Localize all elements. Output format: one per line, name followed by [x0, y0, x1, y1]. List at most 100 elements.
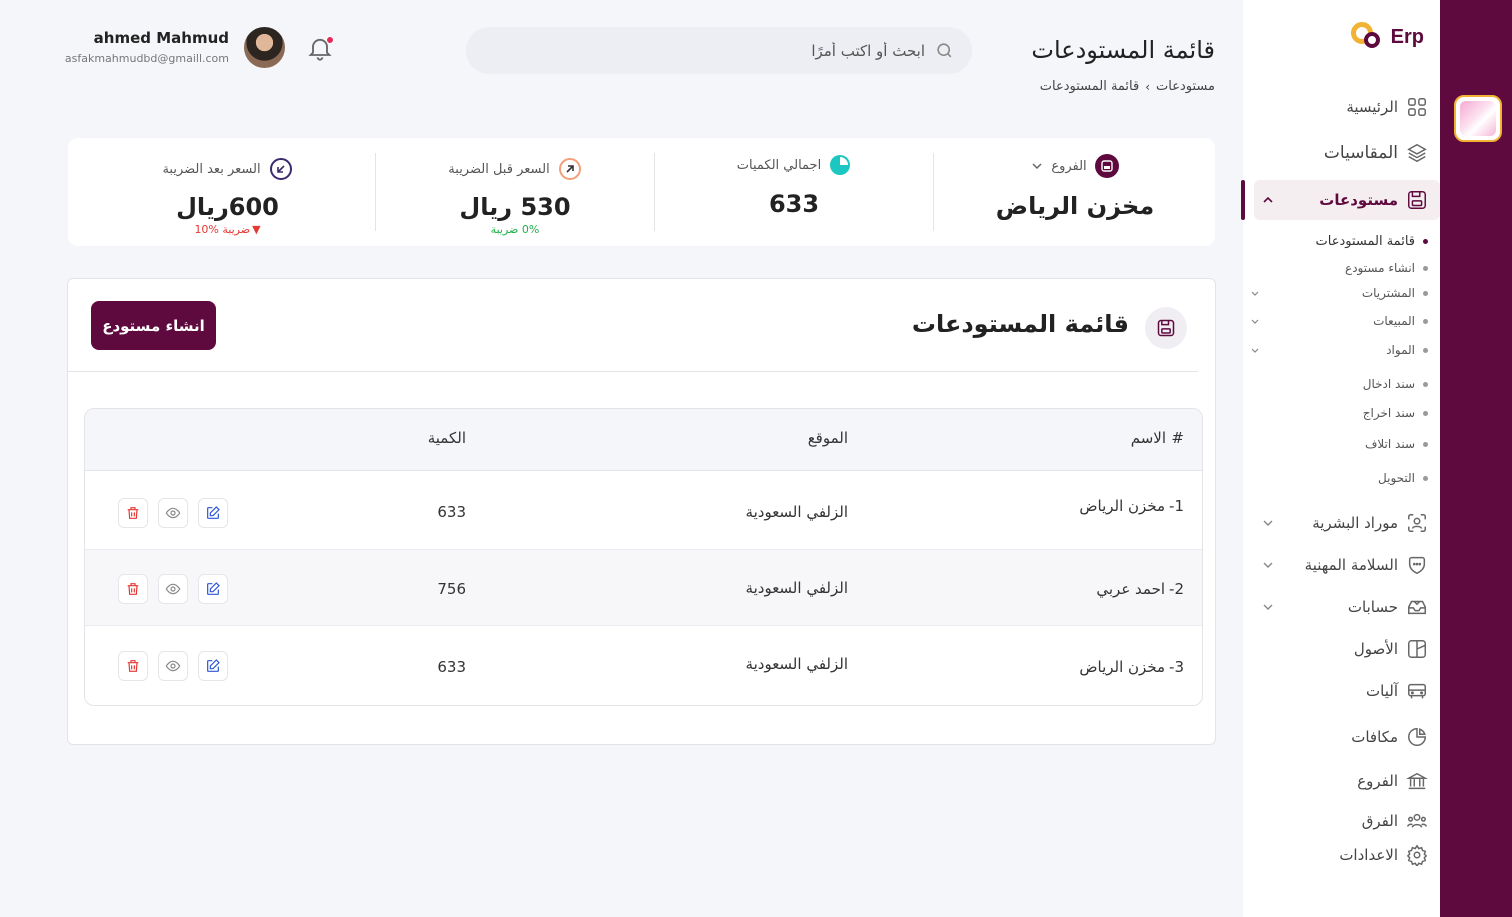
- table-row[interactable]: 1- مخزن الرياض الزلفي السعودية 633: [85, 472, 1202, 550]
- eye-icon: [165, 507, 181, 519]
- view-button[interactable]: [158, 498, 188, 528]
- search-input[interactable]: [565, 41, 925, 60]
- view-button[interactable]: [158, 651, 188, 681]
- row-actions: [118, 498, 228, 528]
- sidebar-item-settings[interactable]: الاعدادات: [1254, 836, 1440, 874]
- divider: [933, 153, 934, 231]
- delete-button[interactable]: [118, 574, 148, 604]
- tax-note-wrap: 10% ضريبة ▼: [194, 223, 260, 236]
- user-email: asfakmahmudbd@gmaill.com: [64, 52, 229, 65]
- column-quantity: الكمية: [427, 429, 466, 447]
- sub-item-label: انشاء مستودع: [1345, 261, 1415, 275]
- sidebar-item-label: الفروع: [1357, 772, 1398, 790]
- edit-button[interactable]: [198, 498, 228, 528]
- row-name-cell: 1- مخزن الرياض: [1079, 497, 1184, 515]
- eye-icon: [165, 660, 181, 672]
- stat-label: السعر قبل الضريبة: [448, 161, 550, 177]
- sub-item-label: المشتريات: [1361, 286, 1415, 300]
- edit-icon: [207, 506, 220, 519]
- row-name-cell: 3- مخزن الرياض: [1079, 658, 1184, 676]
- sub-item-entry-voucher[interactable]: سند ادخال: [1250, 373, 1428, 395]
- sub-item-label: سند اتلاف: [1364, 437, 1415, 451]
- table-row[interactable]: 3- مخزن الرياض الزلفي السعودية 633: [85, 626, 1202, 705]
- divider: [68, 371, 1198, 372]
- chevron-left-icon: ›: [1145, 79, 1151, 94]
- sidebar-item-label: الاعدادات: [1339, 846, 1398, 864]
- edit-button[interactable]: [198, 574, 228, 604]
- sub-item-exit-voucher[interactable]: سند اخراج: [1250, 402, 1428, 424]
- search-bar[interactable]: [466, 27, 972, 74]
- workspace-thumbnail[interactable]: [1454, 95, 1502, 142]
- notification-button[interactable]: [306, 34, 334, 62]
- divider: [654, 153, 655, 231]
- row-quantity: 756: [437, 580, 466, 598]
- sidebar-item-branches[interactable]: الفروع: [1254, 762, 1440, 800]
- inbox-icon: [1408, 600, 1426, 615]
- team-icon: [1407, 813, 1427, 828]
- row-location: الزلفي السعودية: [745, 655, 848, 673]
- sub-item-transfer[interactable]: التحويل: [1250, 467, 1428, 489]
- create-warehouse-button[interactable]: انشاء مستودع: [91, 301, 216, 350]
- sidebar-item-safety[interactable]: السلامة المهنية: [1254, 546, 1440, 584]
- column-index: #: [1171, 429, 1184, 447]
- chevron-down-icon: [1263, 562, 1273, 568]
- avatar[interactable]: [244, 27, 285, 68]
- chevron-down-icon: [1032, 163, 1042, 170]
- row-index: 2-: [1169, 580, 1184, 598]
- bank-icon: [1406, 772, 1428, 790]
- trash-icon: [127, 507, 139, 519]
- sidebar-item-warehouses[interactable]: مستودعات: [1254, 180, 1440, 220]
- stat-label: اجمالي الكميات: [736, 157, 822, 173]
- stats-card: الفروع مخزن الرياض اجمالي الكميات 633 ال…: [68, 138, 1215, 246]
- breadcrumb-item[interactable]: مستودعات: [1156, 79, 1215, 94]
- sub-item-sales[interactable]: المبيعات: [1250, 310, 1428, 332]
- logo-text: Erp: [1390, 25, 1424, 48]
- sidebar-item-home[interactable]: الرئيسية: [1254, 88, 1440, 126]
- bullet-dot-icon: [1423, 347, 1428, 353]
- table-header: # الاسم الموقع الكمية: [85, 409, 1202, 471]
- logo-mark-icon: [1350, 22, 1385, 52]
- sub-item-purchases[interactable]: المشتريات: [1250, 282, 1428, 304]
- save-icon: [1408, 191, 1426, 209]
- sidebar-item-accounts[interactable]: حسابات: [1254, 588, 1440, 626]
- table-row[interactable]: 2- احمد عربي الزلفي السعودية 756: [85, 550, 1202, 626]
- edit-icon: [207, 659, 220, 672]
- delete-button[interactable]: [118, 498, 148, 528]
- sidebar-item-label: الفرق: [1361, 812, 1398, 830]
- delete-button[interactable]: [118, 651, 148, 681]
- sidebar-item-vehicles[interactable]: آليات: [1254, 672, 1440, 710]
- sub-item-label: قائمة المستودعات: [1315, 233, 1415, 249]
- stat-price-after-tax: السعر بعد الضريبة 600ريال 10% ضريبة ▼: [80, 138, 375, 246]
- sidebar-item-hr[interactable]: موراد البشرية: [1254, 504, 1440, 542]
- sidebar-item-assets[interactable]: الأصول: [1254, 630, 1440, 668]
- edit-button[interactable]: [198, 651, 228, 681]
- warehouse-list-card: قائمة المستودعات انشاء مستودع # الاسم ال…: [67, 278, 1216, 745]
- row-actions: [118, 651, 228, 681]
- chevron-down-icon: [1251, 348, 1259, 353]
- sidebar-item-label: حسابات: [1347, 598, 1398, 616]
- trash-icon: [127, 660, 139, 672]
- branch-selector[interactable]: الفروع: [1031, 154, 1119, 178]
- bus-icon: [1408, 683, 1426, 699]
- column-location: الموقع: [807, 429, 848, 447]
- sidebar-item-label: الأصول: [1353, 640, 1398, 658]
- row-index: 3-: [1169, 658, 1184, 676]
- grid-icon: [1408, 98, 1426, 116]
- sidebar-item-teams[interactable]: الفرق: [1254, 802, 1440, 840]
- sub-item-materials[interactable]: المواد: [1250, 339, 1428, 361]
- sub-item-damage-voucher[interactable]: سند اتلاف: [1250, 433, 1428, 455]
- layers-icon: [1407, 143, 1427, 163]
- eye-icon: [165, 583, 181, 595]
- bullet-dot-icon: [1423, 410, 1428, 416]
- row-name: مخزن الرياض: [1079, 658, 1166, 676]
- row-quantity: 633: [437, 503, 466, 521]
- sub-item-create-warehouse[interactable]: انشاء مستودع: [1250, 257, 1428, 279]
- app-logo[interactable]: Erp: [1350, 22, 1424, 52]
- chevron-down-icon: [1251, 319, 1259, 324]
- view-button[interactable]: [158, 574, 188, 604]
- sidebar-item-rewards[interactable]: مكافات: [1254, 718, 1440, 756]
- tax-note: 10% ضريبة: [194, 223, 251, 236]
- sidebar-item-measures[interactable]: المقاسيات: [1254, 134, 1440, 172]
- sub-item-warehouse-list[interactable]: قائمة المستودعات: [1250, 230, 1428, 252]
- chevron-up-icon: [1263, 196, 1273, 203]
